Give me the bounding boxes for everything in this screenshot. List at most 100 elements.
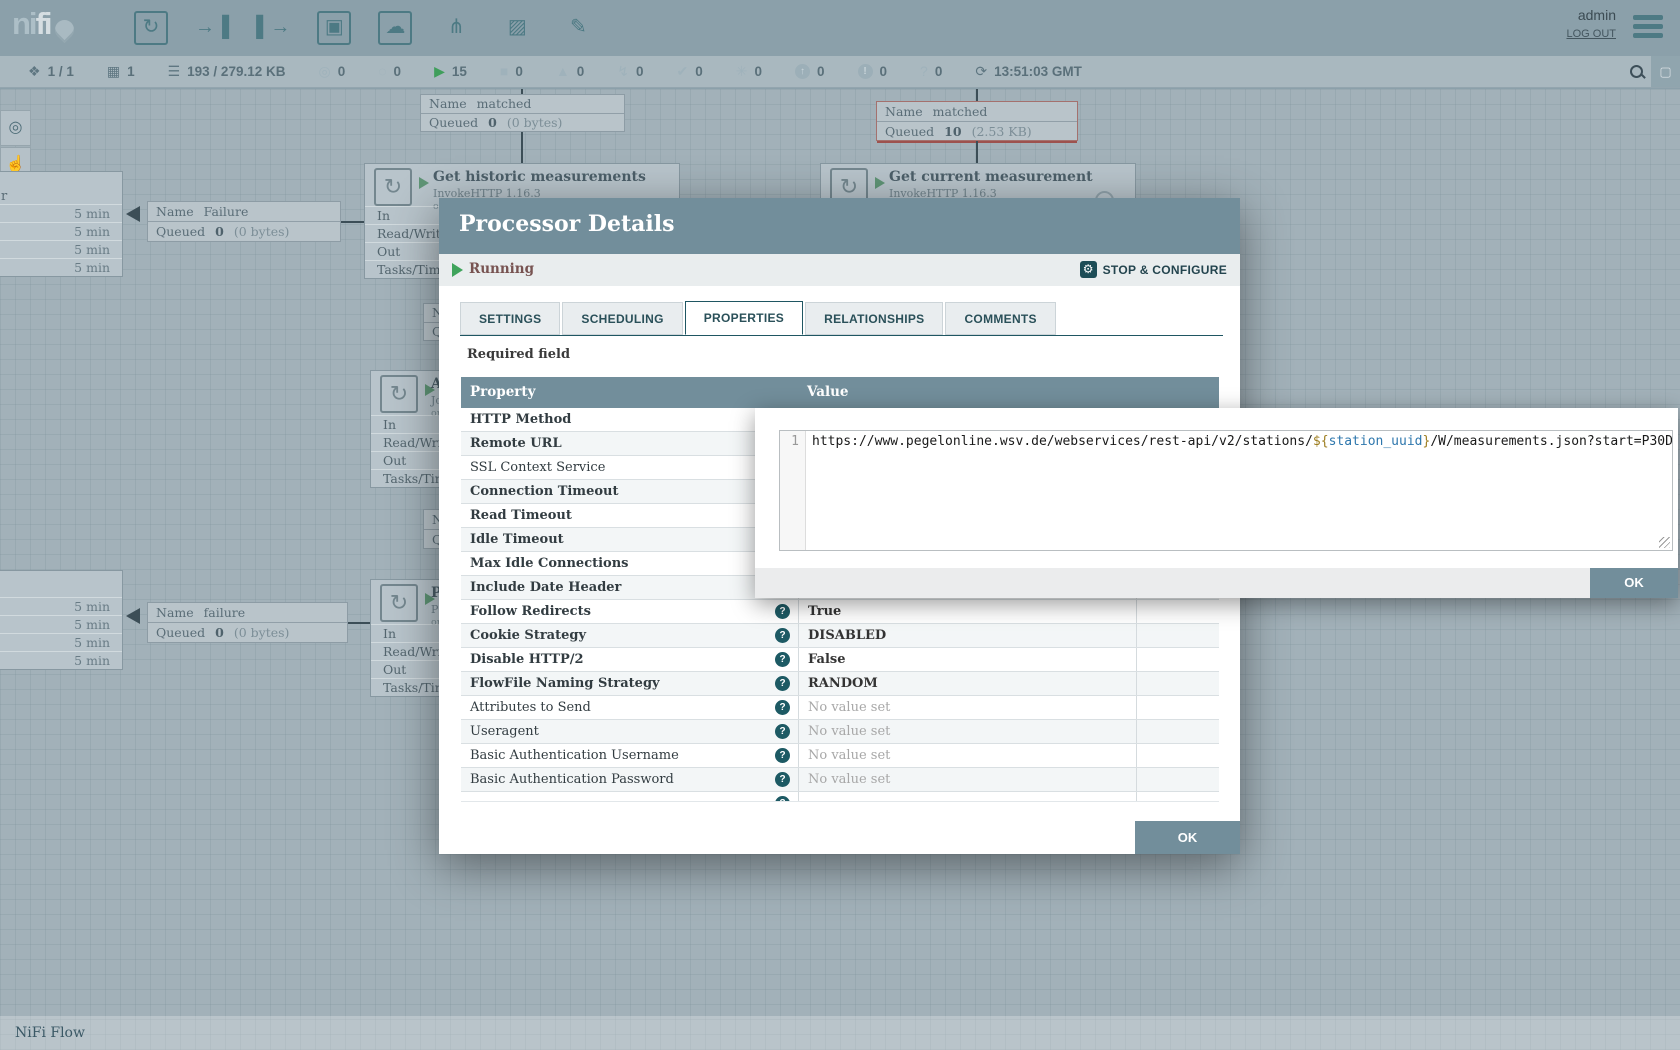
locally-modified-icon: ✳ bbox=[736, 64, 748, 79]
funnel-icon[interactable]: ⋔ bbox=[439, 11, 473, 45]
status-queued-value: 193 / 279.12 KB bbox=[187, 64, 285, 79]
sync-failure-icon: ? bbox=[920, 64, 928, 79]
label-icon[interactable]: ✎ bbox=[561, 11, 595, 45]
property-actions-cell bbox=[1136, 672, 1219, 695]
tab-relationships[interactable]: RELATIONSHIPS bbox=[805, 302, 943, 335]
connection-line bbox=[341, 221, 365, 223]
properties-table-header: Property Value bbox=[461, 377, 1219, 408]
property-value[interactable]: No value set bbox=[798, 768, 1136, 791]
dialog-title: Processor Details bbox=[459, 211, 675, 237]
help-icon[interactable]: ? bbox=[775, 700, 790, 715]
help-icon[interactable]: ? bbox=[775, 676, 790, 691]
status-refresh[interactable]: ⟳13:51:03 GMT bbox=[975, 64, 1082, 79]
tab-settings[interactable]: SETTINGS bbox=[460, 302, 560, 335]
process-group-icon[interactable]: ▣ bbox=[317, 11, 351, 45]
processor-cut-top-left[interactable]: r 5 min5 min5 min5 min bbox=[0, 171, 123, 277]
panel-toggle-icon[interactable]: ▢ bbox=[1651, 56, 1680, 87]
property-name: Basic Authentication Username? bbox=[461, 744, 798, 767]
status-stopped: ■0 bbox=[500, 64, 523, 79]
status-threads: ▦1 bbox=[107, 64, 135, 79]
processor-stat-row: 5 min bbox=[0, 204, 122, 222]
property-name: Connection Timeout? bbox=[461, 480, 798, 503]
global-menu-icon[interactable] bbox=[1633, 15, 1663, 42]
logout-link[interactable]: LOG OUT bbox=[1566, 28, 1616, 40]
property-row: Basic Authentication Password?No value s… bbox=[461, 768, 1219, 792]
property-row: Cookie Strategy?DISABLED bbox=[461, 624, 1219, 648]
status-running: ▶15 bbox=[434, 64, 467, 79]
processor-stat-row: 5 min bbox=[0, 633, 122, 651]
value-editor-input[interactable]: https://www.pegelonline.wsv.de/webservic… bbox=[807, 431, 1672, 550]
connection-line bbox=[976, 89, 978, 101]
processor-stat-row: 5 min bbox=[0, 615, 122, 633]
dialog-header: Processor Details bbox=[439, 198, 1240, 254]
dialog-status-row: Running ⚙ STOP & CONFIGURE bbox=[439, 254, 1240, 286]
stopped-icon: ■ bbox=[500, 64, 508, 79]
processor-icon: ↻ bbox=[380, 375, 418, 413]
connection-label-matched[interactable]: Namematched Queued0(0 bytes) bbox=[420, 94, 625, 132]
property-value[interactable]: False bbox=[798, 648, 1136, 671]
property-name: Max Idle Connections? bbox=[461, 552, 798, 575]
property-value[interactable]: True bbox=[798, 600, 1136, 623]
stop-and-configure-button[interactable]: ⚙ STOP & CONFIGURE bbox=[1080, 261, 1227, 278]
help-icon[interactable]: ? bbox=[775, 772, 790, 787]
breadcrumb-bar: NiFi Flow bbox=[0, 1016, 1680, 1050]
property-row: ? bbox=[461, 792, 1219, 802]
property-name: Disable HTTP/2? bbox=[461, 648, 798, 671]
help-icon[interactable]: ? bbox=[775, 652, 790, 667]
property-actions-cell bbox=[1136, 720, 1219, 743]
resize-handle[interactable] bbox=[1659, 537, 1670, 548]
navigate-palette-icon[interactable]: ◎ bbox=[0, 110, 31, 146]
locally-modified-stale-icon: ! bbox=[858, 64, 873, 79]
processor-stat-row: 5 min bbox=[0, 258, 122, 276]
property-value[interactable]: No value set bbox=[798, 744, 1136, 767]
remote-process-group-icon[interactable]: ☁ bbox=[378, 11, 412, 45]
url-text: https://www.pegelonline.wsv.de/webservic… bbox=[812, 434, 1313, 449]
connection-label-failure-lower[interactable]: Namefailure Queued0(0 bytes) bbox=[147, 602, 348, 643]
tab-properties[interactable]: PROPERTIES bbox=[685, 301, 803, 335]
property-row: Attributes to Send?No value set bbox=[461, 696, 1219, 720]
status-disabled-value: 0 bbox=[636, 64, 644, 79]
property-name: Follow Redirects? bbox=[461, 600, 798, 623]
help-icon[interactable]: ? bbox=[775, 604, 790, 619]
help-icon[interactable]: ? bbox=[775, 796, 790, 802]
property-actions-cell bbox=[1136, 600, 1219, 623]
property-value[interactable]: DISABLED bbox=[798, 624, 1136, 647]
property-name: Idle Timeout? bbox=[461, 528, 798, 551]
output-port-icon[interactable]: ▌→ bbox=[256, 11, 290, 45]
property-name: ? bbox=[461, 792, 798, 802]
input-port-icon[interactable]: →▐ bbox=[195, 11, 229, 45]
property-name: SSL Context Service? bbox=[461, 456, 798, 479]
search-icon[interactable] bbox=[1630, 65, 1644, 79]
property-value[interactable]: No value set bbox=[798, 720, 1136, 743]
required-field-note: Required field bbox=[467, 347, 570, 362]
property-row: FlowFile Naming Strategy?RANDOM bbox=[461, 672, 1219, 696]
editor-ok-button[interactable]: OK bbox=[1590, 568, 1678, 598]
template-icon[interactable]: ▨ bbox=[500, 11, 534, 45]
disabled-icon: ↯ bbox=[617, 64, 629, 79]
processor-cut-bottom-left[interactable]: 5 min5 min5 min5 min bbox=[0, 570, 123, 670]
flow-status-bar: ❖1 / 1▦1☰193 / 279.12 KB◎0◌0▶15■0▲0↯0✔0✳… bbox=[0, 56, 1680, 88]
help-icon[interactable]: ? bbox=[775, 628, 790, 643]
running-icon bbox=[875, 177, 885, 189]
connection-label-matched-selected[interactable]: Namematched Queued10(2.53 KB) bbox=[876, 101, 1078, 141]
el-parameter: station_uuid bbox=[1329, 434, 1423, 449]
connection-label-failure[interactable]: NameFailure Queued0(0 bytes) bbox=[147, 201, 341, 242]
status-invalid: ▲0 bbox=[556, 64, 584, 79]
status-cluster: ❖1 / 1 bbox=[28, 64, 74, 79]
status-disabled: ↯0 bbox=[617, 64, 643, 79]
help-icon[interactable]: ? bbox=[775, 748, 790, 763]
connection-arrow bbox=[126, 608, 140, 624]
tab-comments[interactable]: COMMENTS bbox=[945, 302, 1055, 335]
tab-scheduling[interactable]: SCHEDULING bbox=[562, 302, 682, 335]
property-name: Attributes to Send? bbox=[461, 696, 798, 719]
processor-icon[interactable]: ↻ bbox=[134, 11, 168, 45]
property-value[interactable]: No value set bbox=[798, 696, 1136, 719]
property-name: Remote URL? bbox=[461, 432, 798, 455]
help-icon[interactable]: ? bbox=[775, 724, 790, 739]
breadcrumb[interactable]: NiFi Flow bbox=[15, 1016, 85, 1050]
status-running-value: 15 bbox=[452, 64, 467, 79]
status-up-to-date: ✔0 bbox=[676, 64, 702, 79]
property-value[interactable] bbox=[798, 792, 1136, 802]
dialog-ok-button[interactable]: OK bbox=[1135, 821, 1240, 854]
property-value[interactable]: RANDOM bbox=[798, 672, 1136, 695]
